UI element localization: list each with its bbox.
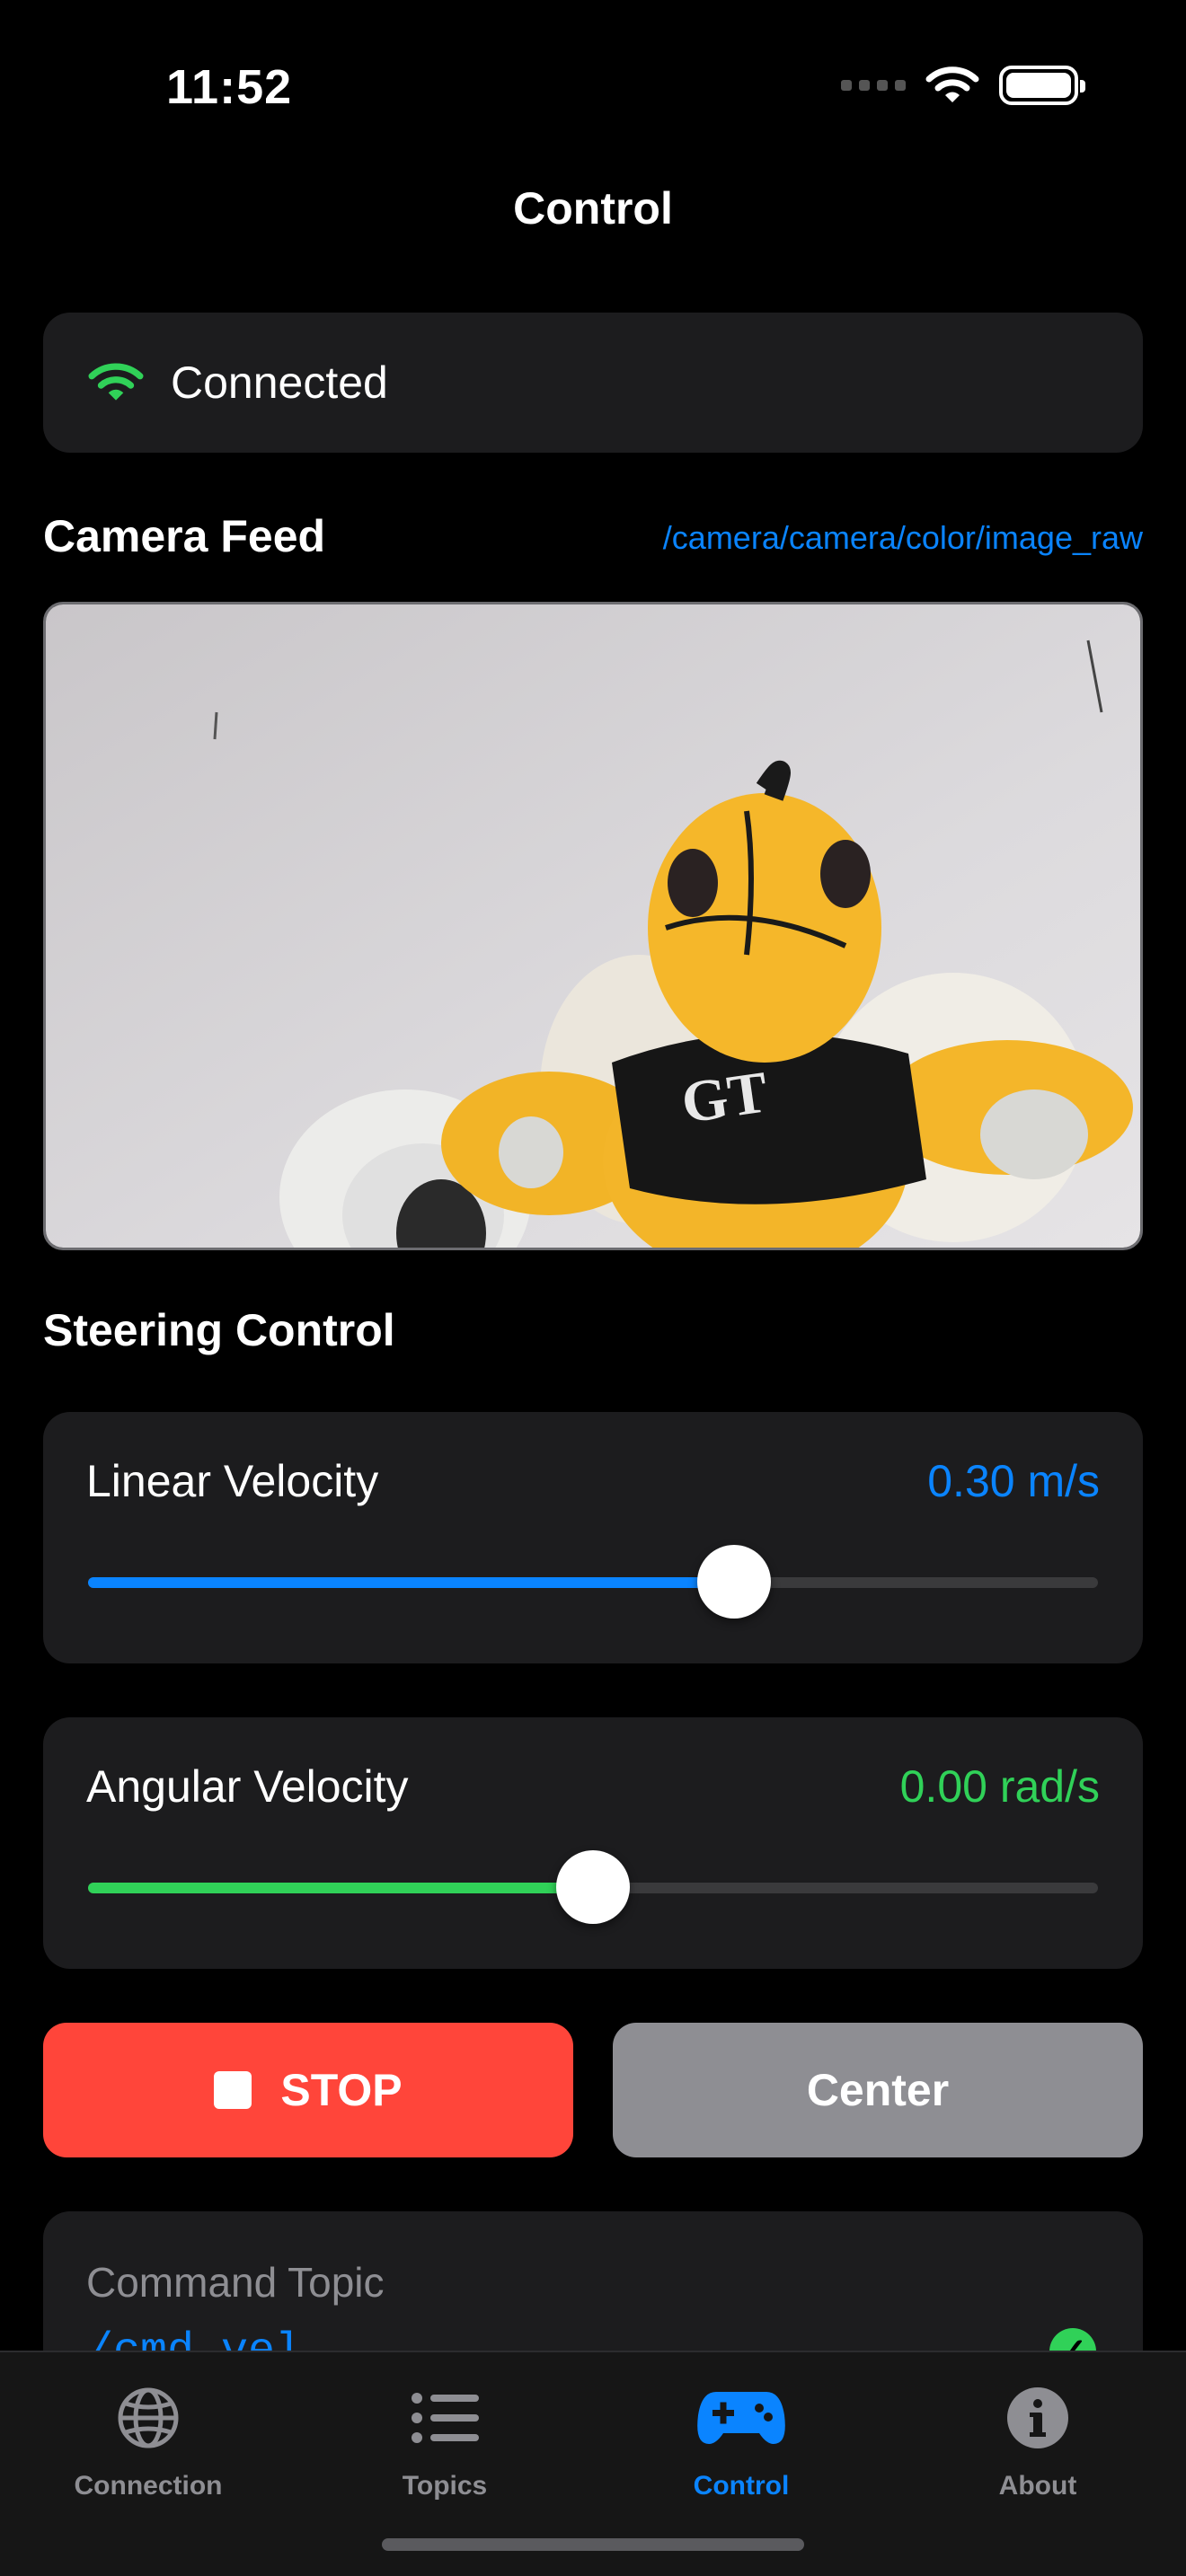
command-topic-label: Command Topic [86, 2259, 385, 2306]
status-time: 11:52 [166, 60, 293, 114]
steering-control-title: Steering Control [43, 1305, 395, 1355]
list-icon [411, 2378, 479, 2458]
control-screen: 11:52 Control Connected Camera Feed /cam… [0, 0, 1186, 2576]
linear-velocity-label: Linear Velocity [86, 1456, 379, 1506]
connection-status-label: Connected [171, 357, 388, 408]
linear-velocity-slider[interactable] [88, 1545, 1098, 1619]
angular-velocity-value: 0.00 rad/s [899, 1761, 1100, 1812]
angular-velocity-label: Angular Velocity [86, 1761, 409, 1812]
tab-connection[interactable]: Connection [0, 2352, 296, 2501]
angular-velocity-card: Angular Velocity 0.00 rad/s [43, 1717, 1143, 1969]
linear-velocity-card: Linear Velocity 0.30 m/s [43, 1412, 1143, 1663]
linear-velocity-value: 0.30 m/s [927, 1456, 1100, 1506]
tab-label: About [998, 2471, 1077, 2501]
wifi-icon [925, 66, 979, 102]
connection-status-card: Connected [43, 313, 1143, 453]
slider-fill [88, 1883, 593, 1893]
angular-velocity-slider[interactable] [88, 1850, 1098, 1924]
tab-topics[interactable]: Topics [296, 2352, 593, 2501]
info-icon [1005, 2378, 1070, 2458]
slider-thumb[interactable] [697, 1545, 772, 1619]
gamepad-icon [695, 2378, 788, 2458]
shirt-logo: GT [677, 1059, 772, 1136]
globe-icon [116, 2378, 181, 2458]
stop-icon [214, 2071, 252, 2109]
slider-thumb[interactable] [556, 1850, 630, 1924]
camera-feed-title: Camera Feed [43, 511, 326, 561]
home-indicator[interactable] [382, 2538, 804, 2551]
center-button[interactable]: Center [613, 2023, 1143, 2157]
slider-fill [88, 1577, 735, 1588]
tab-control[interactable]: Control [593, 2352, 890, 2501]
battery-icon [999, 66, 1085, 105]
camera-topic-link[interactable]: /camera/camera/color/image_raw [663, 519, 1143, 557]
camera-feed-image: GT [43, 602, 1143, 1250]
wifi-icon [88, 363, 144, 401]
status-indicators [841, 65, 1085, 106]
stop-button-label: STOP [280, 2065, 403, 2115]
tab-about[interactable]: About [890, 2352, 1186, 2501]
cellular-signal-icon [841, 80, 906, 91]
center-button-label: Center [806, 2065, 950, 2115]
stop-button[interactable]: STOP [43, 2023, 573, 2157]
tab-label: Topics [402, 2471, 488, 2501]
tab-label: Control [693, 2471, 790, 2501]
page-title: Control [513, 183, 673, 234]
tab-label: Connection [74, 2471, 223, 2501]
